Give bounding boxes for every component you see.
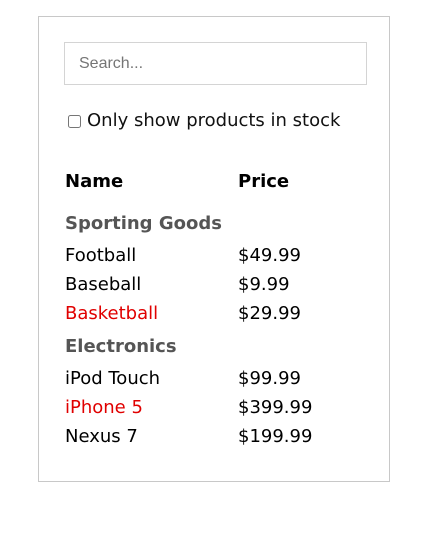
product-price: $9.99 bbox=[238, 274, 290, 295]
product-name: iPhone 5 bbox=[65, 397, 143, 418]
product-table: Name Price Sporting Goods Football $49.9… bbox=[65, 167, 358, 451]
product-name: iPod Touch bbox=[65, 368, 161, 389]
column-header-name: Name bbox=[65, 170, 124, 192]
category-row: Sporting Goods bbox=[65, 205, 358, 241]
search-input[interactable] bbox=[64, 42, 367, 85]
category-name: Sporting Goods bbox=[65, 212, 222, 234]
table-header-row: Name Price bbox=[65, 167, 358, 205]
stock-filter[interactable]: Only show products in stock bbox=[68, 109, 340, 133]
product-price: $399.99 bbox=[238, 397, 313, 418]
product-price: $99.99 bbox=[238, 368, 301, 389]
product-table-panel: Only show products in stock Name Price S… bbox=[38, 16, 390, 482]
table-row: Baseball $9.99 bbox=[65, 270, 358, 299]
in-stock-label: Only show products in stock bbox=[87, 110, 341, 131]
product-name: Football bbox=[65, 245, 137, 266]
table-row: iPod Touch $99.99 bbox=[65, 364, 358, 393]
category-row: Electronics bbox=[65, 328, 358, 364]
table-row: iPhone 5 $399.99 bbox=[65, 393, 358, 422]
column-header-price: Price bbox=[238, 170, 290, 192]
product-name: Basketball bbox=[65, 303, 159, 324]
table-row: Football $49.99 bbox=[65, 241, 358, 270]
in-stock-checkbox[interactable] bbox=[68, 114, 81, 128]
table-row: Basketball $29.99 bbox=[65, 299, 358, 328]
table-row: Nexus 7 $199.99 bbox=[65, 422, 358, 451]
product-price: $49.99 bbox=[238, 245, 301, 266]
product-name: Baseball bbox=[65, 274, 142, 295]
product-price: $199.99 bbox=[238, 426, 313, 447]
category-name: Electronics bbox=[65, 335, 177, 357]
product-price: $29.99 bbox=[238, 303, 301, 324]
product-name: Nexus 7 bbox=[65, 426, 138, 447]
